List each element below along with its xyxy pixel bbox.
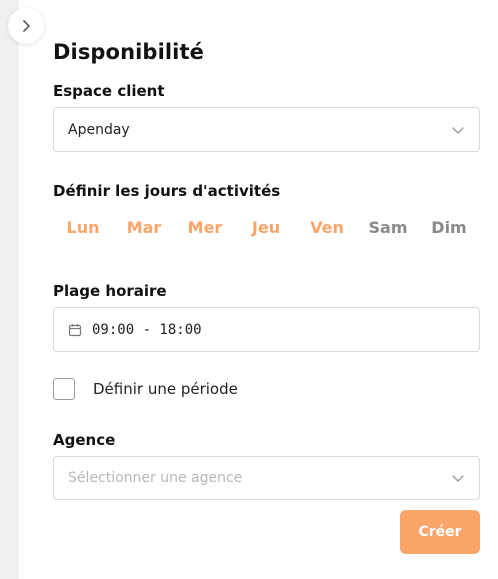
chevron-right-icon [23,20,30,32]
agency-label: Agence [53,431,116,449]
time-range-value: 09:00 - 18:00 [92,321,202,338]
define-period-label[interactable]: Définir une période [93,380,238,398]
day-selector: Lun Mar Mer Jeu Ven Sam Dim [53,218,478,240]
agency-placeholder: Sélectionner une agence [68,470,243,486]
day-toggle-dim[interactable]: Dim [419,218,479,237]
define-period-checkbox[interactable] [53,378,75,400]
day-toggle-mer[interactable]: Mer [175,218,235,237]
calendar-icon [68,323,82,336]
day-toggle-ven[interactable]: Ven [297,218,357,237]
time-range-input[interactable]: 09:00 - 18:00 [53,307,480,352]
day-toggle-sam[interactable]: Sam [358,218,418,237]
agency-select[interactable]: Sélectionner une agence [53,456,480,500]
chevron-down-icon [452,475,464,482]
client-space-label: Espace client [53,82,165,100]
time-range-label: Plage horaire [53,282,167,300]
day-toggle-mar[interactable]: Mar [114,218,174,237]
collapse-panel-button[interactable] [8,8,44,44]
client-space-value: Apenday [68,121,130,138]
page-title: Disponibilité [53,40,204,64]
create-button[interactable]: Créer [400,510,480,554]
day-toggle-jeu[interactable]: Jeu [236,218,296,237]
day-toggle-lun[interactable]: Lun [53,218,113,237]
chevron-down-icon [452,126,464,134]
activity-days-label: Définir les jours d'activités [53,182,281,200]
client-space-select[interactable]: Apenday [53,107,480,152]
